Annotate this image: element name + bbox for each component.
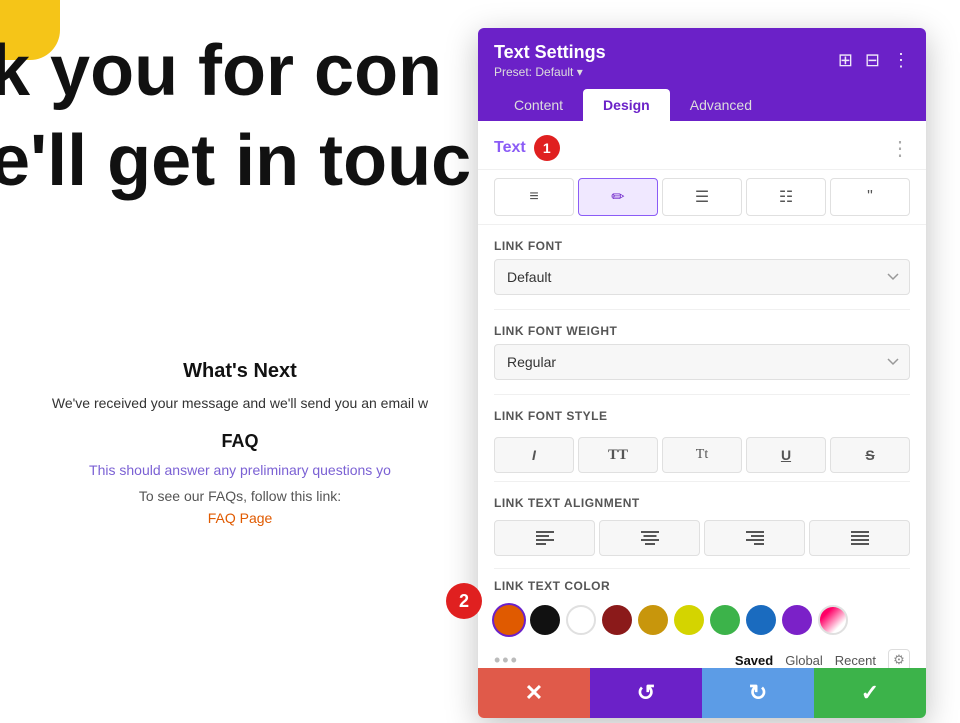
strikethrough-button[interactable]: S — [830, 437, 910, 473]
bold-tt-button[interactable]: TT — [578, 437, 658, 473]
saved-dots: ••• — [494, 650, 519, 669]
swatch-gradient[interactable] — [818, 605, 848, 635]
more-options-icon[interactable]: ⋮ — [892, 50, 910, 71]
link-font-section: Link Font Default Arial Georgia Helvetic… — [478, 225, 926, 309]
link-text-alignment-label: Link Text Alignment — [494, 496, 910, 510]
panel-header: Text Settings Preset: Default ▾ ⊞ ⊟ ⋮ Co… — [478, 28, 926, 121]
panel-preset[interactable]: Preset: Default ▾ — [494, 65, 606, 79]
section-badge: 1 — [534, 135, 560, 161]
follow-link-text: To see our FAQs, follow this link: — [20, 488, 460, 504]
swatch-darkred[interactable] — [602, 605, 632, 635]
swatch-orange[interactable] — [494, 605, 524, 635]
swatch-yellow[interactable] — [674, 605, 704, 635]
link-font-weight-select[interactable]: Regular Bold Light Semibold — [494, 344, 910, 380]
undo-button[interactable]: ↺ — [590, 668, 702, 718]
cancel-button[interactable]: ✕ — [478, 668, 590, 718]
whats-next-title: What's Next — [20, 360, 460, 383]
link-text-alignment-section: Link Text Alignment — [478, 482, 926, 510]
settings-panel: Text Settings Preset: Default ▾ ⊞ ⊟ ⋮ Co… — [478, 28, 926, 718]
swatch-white[interactable] — [566, 605, 596, 635]
unordered-list-tab[interactable]: ☰ — [662, 178, 742, 216]
tab-advanced[interactable]: Advanced — [670, 89, 772, 121]
swatch-purple[interactable] — [782, 605, 812, 635]
link-font-style-label: Link Font Style — [494, 409, 910, 423]
whats-next-text: We've received your message and we'll se… — [20, 395, 460, 411]
tab-content[interactable]: Content — [494, 89, 583, 121]
link-font-style-section: Link Font Style — [478, 395, 926, 423]
align-row — [478, 516, 926, 568]
section-title-row: Text 1 — [494, 135, 560, 161]
floating-badge-2: 2 — [446, 583, 482, 619]
panel-header-top: Text Settings Preset: Default ▾ ⊞ ⊟ ⋮ — [494, 42, 910, 79]
faq-link[interactable]: FAQ Page — [20, 510, 460, 526]
bg-heading2: e'll get in touc — [0, 120, 471, 202]
saved-link[interactable]: Saved — [735, 653, 773, 668]
align-justify-button[interactable] — [809, 520, 910, 556]
align-right-button[interactable] — [704, 520, 805, 556]
link-font-select[interactable]: Default Arial Georgia Helvetica Verdana — [494, 259, 910, 295]
section-header-text: Text 1 ⋮ — [478, 121, 926, 170]
recent-link[interactable]: Recent — [835, 653, 876, 668]
swatch-black[interactable] — [530, 605, 560, 635]
swatch-green[interactable] — [710, 605, 740, 635]
font-style-row: I TT Tt U S — [478, 429, 926, 481]
section-more-icon[interactable]: ⋮ — [890, 136, 910, 161]
saved-row: ••• Saved Global Recent ⚙ — [478, 645, 926, 668]
global-link[interactable]: Global — [785, 653, 823, 668]
underline-button[interactable]: U — [746, 437, 826, 473]
link-font-weight-label: Link Font Weight — [494, 324, 910, 338]
thin-tt-button[interactable]: Tt — [662, 437, 742, 473]
align-left-button[interactable] — [494, 520, 595, 556]
link-text-color-label: Link Text Color — [478, 569, 926, 599]
panel-tabs: Content Design Advanced — [494, 89, 910, 121]
action-bar: ✕ ↺ ↻ ✓ — [478, 668, 926, 718]
panel-title: Text Settings — [494, 42, 606, 63]
color-settings-icon[interactable]: ⚙ — [888, 649, 910, 668]
italic-button[interactable]: I — [494, 437, 574, 473]
swatch-gold[interactable] — [638, 605, 668, 635]
link-font-label: Link Font — [494, 239, 910, 253]
redo-button[interactable]: ↻ — [702, 668, 814, 718]
bg-heading1: k you for con — [0, 30, 442, 112]
ordered-list-tab[interactable]: ☷ — [746, 178, 826, 216]
panel-title-group: Text Settings Preset: Default ▾ — [494, 42, 606, 79]
bg-content: What's Next We've received your message … — [0, 340, 480, 546]
text-align-left-tab[interactable]: ≡ — [494, 178, 574, 216]
panel-body: Text 1 ⋮ ≡ ✏ ☰ ☷ " Link Font Default Ari… — [478, 121, 926, 668]
faq-text: This should answer any preliminary quest… — [20, 462, 460, 478]
quote-tab[interactable]: " — [830, 178, 910, 216]
swatch-blue[interactable] — [746, 605, 776, 635]
panel-header-icons: ⊞ ⊟ ⋮ — [838, 50, 910, 71]
tab-icons-row: ≡ ✏ ☰ ☷ " — [478, 170, 926, 225]
link-tab[interactable]: ✏ — [578, 178, 658, 216]
columns-icon[interactable]: ⊟ — [865, 50, 880, 71]
link-font-weight-section: Link Font Weight Regular Bold Light Semi… — [478, 310, 926, 394]
tab-design[interactable]: Design — [583, 89, 670, 121]
wireframe-icon[interactable]: ⊞ — [838, 50, 853, 71]
align-center-button[interactable] — [599, 520, 700, 556]
color-swatches — [478, 599, 926, 645]
confirm-button[interactable]: ✓ — [814, 668, 926, 718]
faq-title: FAQ — [20, 431, 460, 452]
section-title: Text — [494, 139, 526, 157]
